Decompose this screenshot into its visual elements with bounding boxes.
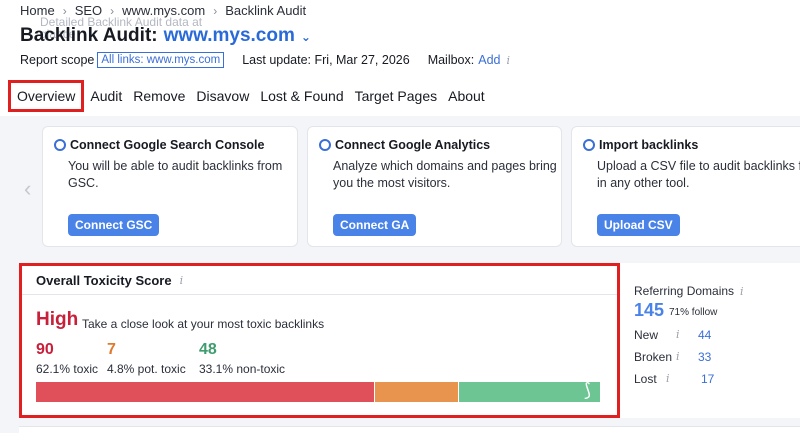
toxicity-level-desc: Take a close look at your most toxic bac…	[82, 317, 325, 331]
tab-bar: Overview Audit Remove Disavow Lost & Fou…	[8, 80, 491, 112]
info-icon[interactable]: i	[676, 328, 680, 341]
toxicity-title-text: Overall Toxicity Score	[36, 273, 172, 288]
stat-value: 7	[107, 341, 116, 358]
info-icon[interactable]: i	[740, 285, 744, 298]
upload-csv-button[interactable]: Upload CSV	[597, 214, 680, 236]
stat-label: 62.1% toxic	[36, 362, 99, 376]
info-icon[interactable]: i	[506, 54, 510, 67]
stat-label: 33.1% non-toxic	[199, 362, 286, 376]
referring-value[interactable]: 145	[634, 300, 664, 321]
card-title: Connect Google Search Console	[54, 138, 264, 152]
gear-icon	[319, 139, 331, 151]
breadcrumb-current: Backlink Audit	[225, 3, 307, 18]
card-desc-line: you the most visitors.	[333, 176, 451, 190]
row-value[interactable]: 44	[698, 328, 711, 342]
row-label: New	[634, 328, 659, 342]
connect-ga-button[interactable]: Connect GA	[333, 214, 417, 236]
row-value[interactable]: 17	[701, 372, 714, 386]
card-description: You will be able to audit backlinks from…	[68, 158, 298, 192]
report-scope-label: Report scope	[20, 53, 95, 67]
card-title: Import backlinks	[583, 138, 698, 152]
gear-icon	[54, 139, 66, 151]
info-icon[interactable]: i	[676, 350, 680, 363]
bar-segment[interactable]	[36, 382, 374, 402]
tab-about[interactable]: About	[443, 80, 490, 112]
referring-row-new: New i 44	[634, 328, 764, 342]
referring-title: Referring Domains i	[634, 284, 744, 298]
page-title-label: Backlink Audit:	[20, 25, 158, 46]
card-title-text: Import backlinks	[599, 138, 699, 152]
referring-row-broken: Broken i 33	[634, 350, 764, 364]
header-area: Home › SEO › www.mys.com › Backlink Audi…	[0, 0, 800, 116]
report-scope-link[interactable]: All links: www.mys.com	[97, 52, 225, 68]
page-title: Backlink Audit: www.mys.com ⌄	[20, 25, 311, 47]
card-desc-line: You will be able to audit backlinks from	[68, 159, 283, 173]
stat-value: 48	[199, 341, 217, 358]
mailbox-add-link[interactable]: Add	[478, 53, 500, 67]
row-value[interactable]: 33	[698, 350, 711, 364]
row-label: Lost	[634, 372, 657, 386]
integration-cards: ‹ Connect Google Search Console You will…	[0, 116, 800, 266]
card-title: Connect Google Analytics	[319, 138, 490, 152]
toxicity-widget: Overall Toxicity Score i High Take a clos…	[19, 263, 620, 418]
card-ga: Connect Google Analytics Analyze which d…	[307, 126, 562, 247]
toxicity-level: High	[36, 309, 79, 330]
stat-label: 4.8% pot. toxic	[107, 362, 186, 376]
bar-segment[interactable]	[375, 382, 458, 402]
card-gsc: Connect Google Search Console You will b…	[42, 126, 298, 247]
info-icon[interactable]: i	[666, 372, 670, 385]
card-import: Import backlinks Upload a CSV file to au…	[571, 126, 800, 247]
tab-overview[interactable]: Overview	[8, 80, 85, 112]
connect-gsc-button[interactable]: Connect GSC	[68, 214, 160, 236]
info-icon[interactable]: i	[180, 274, 184, 287]
card-title-text: Connect Google Search Console	[70, 138, 265, 152]
stat-pot-toxic[interactable]: 7 4.8% pot. toxic	[107, 341, 186, 376]
card-desc-line: Upload a CSV file to audit backlinks fou	[597, 159, 800, 173]
gear-icon	[583, 139, 595, 151]
next-section	[19, 426, 800, 433]
chevron-down-icon[interactable]: ⌄	[301, 30, 311, 44]
toxicity-bar: ⟆	[36, 380, 601, 402]
scale-break-icon: ⟆	[583, 380, 591, 400]
bar-segment[interactable]	[459, 382, 600, 402]
card-desc-line: Analyze which domains and pages bring	[333, 159, 557, 173]
tab-disavow[interactable]: Disavow	[191, 80, 254, 112]
divider	[22, 294, 617, 295]
tab-target-pages[interactable]: Target Pages	[350, 80, 443, 112]
toxicity-title: Overall Toxicity Score i	[36, 273, 183, 288]
report-meta: Report scope All links: www.mys.com Last…	[20, 52, 510, 68]
referring-follow: 71% follow	[669, 307, 718, 318]
row-label: Broken	[634, 350, 673, 364]
stat-value: 90	[36, 341, 54, 358]
stat-non-toxic[interactable]: 48 33.1% non-toxic	[199, 341, 285, 376]
card-description: Analyze which domains and pages bring you…	[333, 158, 563, 192]
card-desc-line: in any other tool.	[597, 176, 690, 190]
stat-toxic[interactable]: 90 62.1% toxic	[36, 341, 98, 376]
referring-title-text: Referring Domains	[634, 284, 735, 298]
card-desc-line: GSC.	[68, 176, 99, 190]
tab-lost-found[interactable]: Lost & Found	[255, 80, 348, 112]
card-description: Upload a CSV file to audit backlinks fou…	[597, 158, 800, 192]
last-update: Last update: Fri, Mar 27, 2026	[242, 53, 410, 67]
chevron-right-icon: ›	[213, 3, 218, 18]
carousel-prev-icon[interactable]: ‹	[24, 176, 31, 202]
mailbox-label: Mailbox:	[427, 53, 475, 67]
tab-audit[interactable]: Audit	[85, 80, 127, 112]
referring-row-lost: Lost i 17	[634, 372, 764, 386]
domain-selector[interactable]: www.mys.com	[164, 25, 295, 47]
card-title-text: Connect Google Analytics	[335, 138, 491, 152]
tab-remove[interactable]: Remove	[128, 80, 190, 112]
referring-domains-widget: Referring Domains i 145 71% follow New i …	[620, 263, 800, 418]
